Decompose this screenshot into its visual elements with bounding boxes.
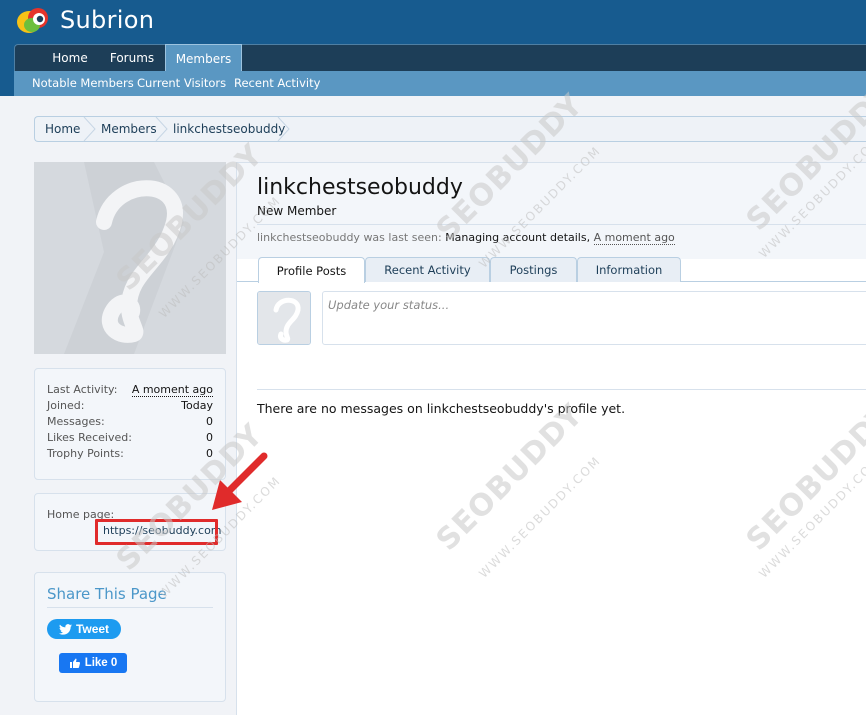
- stat-joined: Joined: Today: [47, 399, 213, 415]
- site-name: Subrion: [60, 6, 155, 34]
- breadcrumb-home[interactable]: Home: [45, 117, 80, 141]
- breadcrumb: Home Members linkchestseobuddy: [34, 116, 866, 142]
- breadcrumb-separator-icon: [83, 117, 97, 141]
- profile-username: linkchestseobuddy: [257, 175, 463, 200]
- breadcrumb-separator-icon: [277, 117, 291, 141]
- tab-home[interactable]: Home: [41, 45, 99, 71]
- tab-forums[interactable]: Forums: [103, 45, 161, 71]
- share-page-block: Share This Page Tweet Like 0: [34, 572, 226, 702]
- default-avatar-icon: [34, 162, 226, 354]
- last-seen-activity[interactable]: Managing account details,: [445, 231, 590, 244]
- stat-last-activity: Last Activity: A moment ago: [47, 383, 213, 399]
- stat-likes-received: Likes Received: 0: [47, 431, 213, 447]
- member-stats: Last Activity: A moment ago Joined: Toda…: [34, 368, 226, 480]
- status-update-input[interactable]: [322, 291, 866, 345]
- profile-user-title: New Member: [257, 204, 337, 218]
- last-seen-info: linkchestseobuddy was last seen: Managin…: [257, 231, 675, 245]
- last-seen-prefix: linkchestseobuddy was last seen:: [257, 231, 442, 244]
- site-logo[interactable]: Subrion: [16, 4, 154, 36]
- breadcrumb-members[interactable]: Members: [101, 117, 157, 141]
- tab-postings[interactable]: Postings: [490, 257, 577, 282]
- tab-recent-activity[interactable]: Recent Activity: [365, 257, 490, 282]
- stat-value: A moment ago: [131, 383, 213, 397]
- stat-value: 0: [206, 431, 213, 444]
- tweet-button[interactable]: Tweet: [47, 619, 121, 639]
- site-header: Subrion Home Forums Members Notable Memb…: [0, 0, 866, 96]
- stat-value[interactable]: 0: [206, 415, 213, 428]
- facebook-thumb-icon: [69, 658, 80, 668]
- tweet-label: Tweet: [75, 622, 110, 636]
- sub-nav: Notable Members Current Visitors Recent …: [14, 71, 866, 96]
- share-divider: [47, 607, 213, 608]
- messages-divider: [257, 389, 866, 390]
- share-title: Share This Page: [47, 585, 167, 603]
- stat-label: Last Activity:: [47, 383, 118, 396]
- like-label: Like 0: [84, 657, 118, 669]
- breadcrumb-current-user[interactable]: linkchestseobuddy: [173, 117, 285, 141]
- subnav-recent-activity[interactable]: Recent Activity: [234, 76, 320, 90]
- stat-label: Likes Received:: [47, 431, 132, 444]
- status-avatar[interactable]: [257, 291, 311, 345]
- facebook-like-button[interactable]: Like 0: [59, 653, 127, 673]
- twitter-bird-icon: [58, 623, 72, 635]
- stat-value: Today: [181, 399, 213, 412]
- subrion-logo-icon: [16, 5, 50, 35]
- red-arrow-icon: [212, 452, 268, 510]
- stat-label: Trophy Points:: [47, 447, 124, 460]
- subnav-notable-members[interactable]: Notable Members: [32, 76, 134, 90]
- profile-tabs: Profile Posts Recent Activity Postings I…: [237, 257, 866, 283]
- profile-avatar[interactable]: [34, 162, 226, 354]
- tab-profile-posts[interactable]: Profile Posts: [258, 257, 365, 283]
- tab-information[interactable]: Information: [577, 257, 681, 282]
- header-divider: [257, 224, 866, 225]
- default-avatar-icon: [258, 292, 310, 344]
- profile-header: linkchestseobuddy New Member linkchestse…: [237, 163, 866, 259]
- main-nav: Home Forums Members: [14, 44, 866, 73]
- stat-trophy-points: Trophy Points: 0: [47, 447, 213, 463]
- stat-label: Messages:: [47, 415, 105, 428]
- breadcrumb-separator-icon: [155, 117, 169, 141]
- profile-main-panel: linkchestseobuddy New Member linkchestse…: [236, 162, 866, 715]
- empty-messages-notice: There are no messages on linkchestseobud…: [257, 401, 626, 416]
- last-seen-time: A moment ago: [593, 231, 675, 245]
- stat-messages: Messages: 0: [47, 415, 213, 431]
- stat-label: Joined:: [47, 399, 85, 412]
- annotation-highlight-box: [95, 519, 218, 545]
- subnav-current-visitors[interactable]: Current Visitors: [137, 76, 226, 90]
- tab-members[interactable]: Members: [165, 44, 242, 73]
